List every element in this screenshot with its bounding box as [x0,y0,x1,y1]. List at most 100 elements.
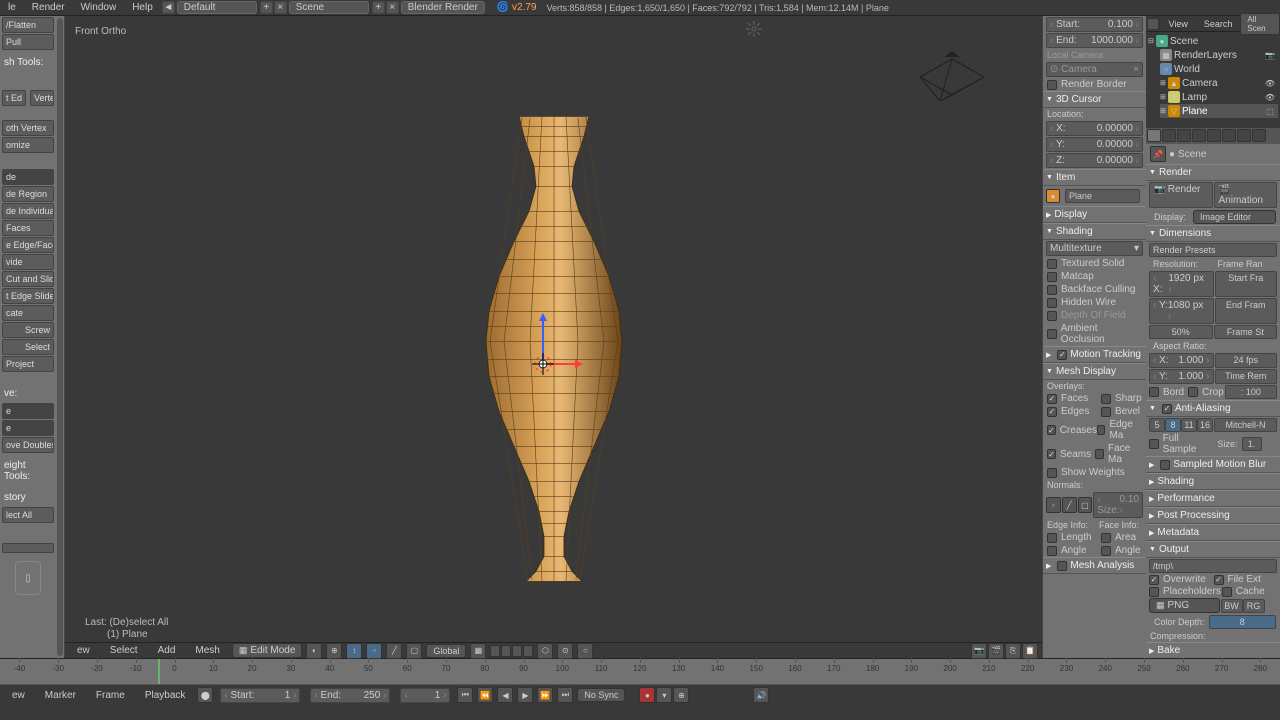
tree-renderlayers[interactable]: ▦RenderLayers📷 [1160,48,1278,62]
ei-length-chk[interactable] [1047,533,1057,543]
remove-layout-icon[interactable]: × [274,1,287,14]
tool-smooth-vertex[interactable]: oth Vertex [2,120,54,136]
shading-mode-dropdown[interactable]: Multitexture▾ [1046,241,1143,256]
mode-dropdown[interactable]: ▦ Edit Mode [232,643,303,658]
tree-lamp[interactable]: ⊞☀Lamp👁 [1160,90,1278,104]
tool-select[interactable]: Select [2,339,54,355]
remove-scene-icon[interactable]: × [386,1,399,14]
backface-culling-checkbox[interactable] [1047,285,1057,295]
vh-view-menu[interactable]: ew [69,645,98,656]
tool-randomize[interactable]: omize [2,137,54,153]
prop-edit-icon[interactable]: ○ [577,643,593,659]
tool-pull[interactable]: Pull [2,34,54,50]
aa-5-button[interactable]: 5 [1149,418,1165,432]
motion-tracking-header[interactable]: ▶Motion Tracking [1043,346,1146,363]
tl-frame-menu[interactable]: Frame [88,690,133,701]
ov-bevel-chk[interactable] [1101,407,1111,417]
render-button[interactable]: 📷 Render [1149,182,1213,208]
performance-panel-header[interactable]: ▶Performance [1146,490,1280,507]
tl-jump-end-icon[interactable]: ⏭ [557,687,573,703]
menu-render[interactable]: Render [24,2,73,13]
old-100-field[interactable]: : 100 [1225,385,1277,399]
render-tab-icon[interactable] [1147,129,1161,142]
object-tab-icon[interactable] [1207,129,1221,142]
fileext-checkbox[interactable] [1214,575,1224,585]
ov-faces-chk[interactable] [1047,394,1057,404]
matcap-checkbox[interactable] [1047,272,1057,282]
menu-file[interactable]: le [0,2,24,13]
outliner-view-menu[interactable]: View [1160,19,1195,29]
tool-vertex[interactable]: Vertex [30,90,54,106]
tl-speaker-icon[interactable]: 🔊 [753,687,769,703]
full-sample-checkbox[interactable] [1149,439,1159,449]
fi-area-chk[interactable] [1101,533,1111,543]
3d-viewport[interactable]: Front Ortho [65,16,1042,658]
menu-window[interactable]: Window [73,2,125,13]
smb-panel-header[interactable]: ▶Sampled Motion Blur [1146,456,1280,473]
tool-subdivide[interactable]: vide [2,254,54,270]
res-x-field[interactable]: X:1920 px [1149,271,1214,297]
render-border-checkbox[interactable] [1047,80,1057,90]
tree-world[interactable]: ○World [1160,62,1278,76]
vh-select-menu[interactable]: Select [102,645,146,656]
tl-prev-key-icon[interactable]: ⏪ [477,687,493,703]
view-end-field[interactable]: End:1000.000 [1046,33,1143,48]
tool-knife-project[interactable]: Project [2,356,54,372]
outliner-editor-icon[interactable] [1147,18,1159,30]
timeline-ruler[interactable]: -40-30-20-100102030405060708090100110120… [0,659,1280,685]
tool-dropdown-2[interactable]: e [2,420,54,436]
ov-edges-chk[interactable] [1047,407,1057,417]
cache-checkbox[interactable] [1222,587,1232,597]
hidden-wire-checkbox[interactable] [1047,298,1057,308]
aa-8-button[interactable]: 8 [1165,418,1181,432]
normal-v-icon[interactable]: ▫ [1046,497,1061,513]
tl-marker-menu[interactable]: Marker [37,690,84,701]
frame-start-field[interactable]: Start Fra [1215,271,1278,297]
tool-deselect-all[interactable]: lect All [2,507,54,523]
screen-layout-dropdown[interactable]: Default [177,1,257,14]
mesh-display-header[interactable]: ▼Mesh Display [1043,363,1146,380]
bake-panel-header[interactable]: ▶Bake [1146,642,1280,658]
ov-creases-chk[interactable] [1047,425,1056,435]
normal-e-icon[interactable]: ╱ [1062,497,1077,513]
normal-f-icon[interactable]: ▢ [1078,497,1093,513]
aa-panel-header[interactable]: ▼Anti-Aliasing [1146,400,1280,417]
display-dropdown[interactable]: Image Editor [1193,210,1276,224]
crop-checkbox[interactable] [1188,387,1198,397]
orientation-dropdown[interactable]: Global [426,644,466,658]
tool-extrude-individual[interactable]: de Individual [2,203,54,219]
frame-end-field[interactable]: End Fram [1215,298,1278,324]
copy-icon[interactable]: ⎘ [1005,643,1021,659]
item-name-field[interactable]: Plane [1065,189,1140,203]
render-image-icon[interactable]: 📷 [971,643,987,659]
tl-key-type-icon[interactable]: ▾ [656,687,672,703]
aspect-y-field[interactable]: Y:1.000 [1149,369,1214,384]
tool-de[interactable]: de [2,169,54,185]
vertex-select-icon[interactable]: ▫ [366,643,382,659]
bw-button[interactable]: BW [1221,599,1243,613]
tool-cut-slide[interactable]: Cut and Slide [2,271,54,287]
border-checkbox[interactable] [1149,387,1159,397]
render-engine-dropdown[interactable]: Blender Render [401,1,485,14]
cursor-x-field[interactable]: X:0.00000 [1046,121,1143,136]
outliner-search-menu[interactable]: Search [1196,19,1241,29]
shading-r-panel-header[interactable]: ▶Shading [1146,473,1280,490]
tool-faces[interactable]: Faces [2,220,54,236]
color-depth-button[interactable]: 8 [1209,615,1276,629]
face-select-icon[interactable]: ▢ [406,643,422,659]
tool-edge-face[interactable]: e Edge/Face [2,237,54,253]
ov-edgemark-chk[interactable] [1097,425,1106,435]
tl-play-rev-icon[interactable]: ◀ [497,687,513,703]
tl-current-field[interactable]: 1 [400,688,450,703]
layers-tab-icon[interactable] [1162,129,1176,142]
tl-record-icon[interactable]: ⬤ [197,687,213,703]
output-panel-header[interactable]: ▼Output [1146,541,1280,558]
tl-autokey-icon[interactable]: ● [639,687,655,703]
fps-field[interactable]: 24 fps [1215,353,1278,368]
tool-screw[interactable]: Screw [2,322,54,338]
ao-checkbox[interactable] [1047,329,1057,339]
add-layout-icon[interactable]: + [260,1,273,14]
pivot-icon[interactable]: ⊕ [326,643,342,659]
tool-flatten[interactable]: /Flatten [2,17,54,33]
edge-select-icon[interactable]: ╱ [386,643,402,659]
